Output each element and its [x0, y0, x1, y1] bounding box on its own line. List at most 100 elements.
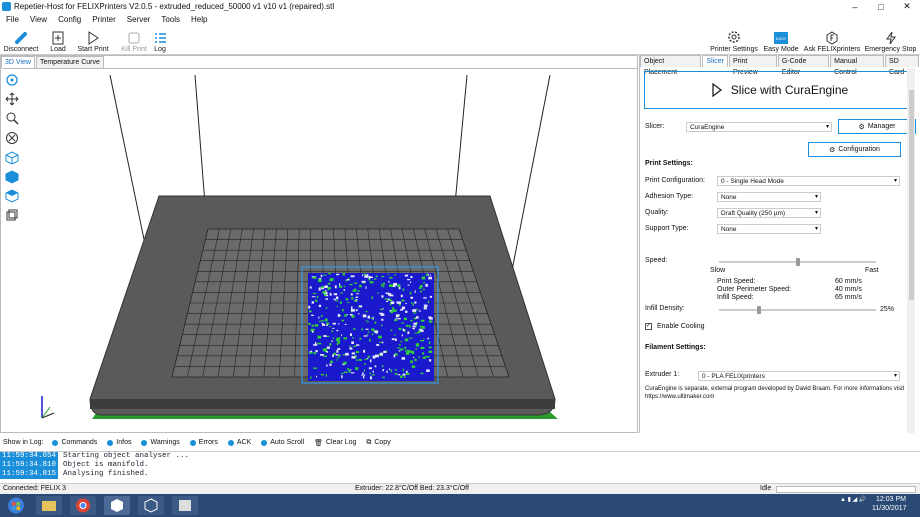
connection-status: Connected: FELIX 3: [3, 485, 67, 492]
menu-server[interactable]: Server: [121, 15, 156, 24]
extruder-label: Extruder 1:: [645, 371, 680, 378]
outer-speed-label: Outer Perimeter Speed:: [717, 286, 791, 293]
gear-icon: ⚙: [858, 123, 865, 131]
windows-logo-icon: [8, 497, 24, 514]
cube-top-icon[interactable]: [5, 189, 19, 203]
speed-slider-thumb[interactable]: [795, 258, 800, 266]
printer-scene: [41, 74, 558, 419]
menu-printer[interactable]: Printer: [86, 15, 121, 24]
model-object: [301, 266, 439, 384]
tray-icons[interactable]: ▲ ▮ ◢ 🔊: [840, 496, 866, 503]
tools-app-icon[interactable]: [172, 496, 198, 515]
warnings-toggle[interactable]: Warnings: [141, 439, 180, 446]
menu-config[interactable]: Config: [52, 15, 86, 24]
minimize-button[interactable]: –: [842, 0, 868, 13]
infill-slider-thumb[interactable]: [757, 306, 762, 314]
slicer-select[interactable]: CuraEngine: [686, 122, 832, 132]
tab-slicer[interactable]: Slicer: [702, 55, 728, 67]
adhesion-select[interactable]: None: [717, 192, 821, 202]
menu-view[interactable]: View: [24, 15, 52, 24]
cooling-checkbox[interactable]: ✓: [645, 323, 652, 330]
move-icon[interactable]: [5, 92, 19, 106]
plug-icon: [15, 32, 27, 44]
play-icon: [712, 83, 722, 97]
zoom-icon[interactable]: [5, 111, 19, 125]
radio-icon: [189, 439, 196, 446]
left-panel: 3D View Temperature Curve: [0, 55, 638, 433]
copy-icon: ⧉: [366, 438, 372, 446]
stop-icon: [128, 32, 140, 44]
extruder-select[interactable]: 0 - PLA FELIXprinters: [698, 371, 900, 381]
quality-select[interactable]: Draft Quality (250 µm): [717, 208, 821, 218]
disconnect-button[interactable]: Disconnect: [2, 25, 40, 55]
tab-gcode-editor[interactable]: G-Code Editor: [777, 55, 830, 76]
auto-scroll-toggle[interactable]: Auto Scroll: [261, 439, 304, 446]
print-speed-label: Print Speed:: [717, 278, 756, 285]
ack-toggle[interactable]: ACK: [227, 439, 251, 446]
start-print-button[interactable]: Start Print: [76, 25, 110, 55]
outer-speed-value: 40 mm/s: [835, 286, 862, 293]
copy-button[interactable]: ⧉ Copy: [366, 439, 390, 447]
maximize-button[interactable]: □: [868, 0, 894, 13]
menu-help[interactable]: Help: [185, 15, 212, 24]
felix-logo-icon: [826, 31, 838, 45]
progress-bar: [776, 486, 916, 493]
print-config-select[interactable]: 0 - Single Head Mode: [717, 176, 900, 186]
kill-print-button[interactable]: Kill Print: [119, 25, 149, 55]
support-select[interactable]: None: [717, 224, 821, 234]
slice-button[interactable]: Slice with CuraEngine: [644, 71, 915, 109]
speed-slow-label: Slow: [710, 267, 726, 274]
tab-3d-view[interactable]: 3D View: [1, 56, 35, 68]
app-icon: [2, 2, 11, 11]
log-time: 11:59:34.810: [0, 461, 58, 470]
log-button[interactable]: Log: [151, 25, 169, 55]
file-explorer-icon[interactable]: [36, 496, 62, 515]
infill-density-value: 25%: [880, 306, 895, 313]
load-button[interactable]: Load: [46, 25, 70, 55]
cube-front-icon[interactable]: [5, 151, 19, 165]
load-icon: [52, 31, 64, 45]
tab-sd-card[interactable]: SD Card: [885, 55, 919, 76]
view-tabs: 3D View Temperature Curve: [1, 56, 105, 68]
tab-manual-control[interactable]: Manual Control: [830, 55, 885, 76]
manager-button[interactable]: ⚙ Manager: [838, 119, 916, 134]
taskbar: ▲ ▮ ◢ 🔊 12:03 PM 11/30/2017: [0, 494, 920, 517]
menu-bar: File View Config Printer Server Tools He…: [0, 13, 920, 25]
tab-object-placement[interactable]: Object Placement: [640, 55, 702, 76]
ask-felix-button[interactable]: Ask FELIXprinters: [803, 25, 861, 55]
cube-iso-icon[interactable]: [5, 208, 19, 222]
speed-fast-label: Fast: [865, 267, 879, 274]
log-line: 11:59:34.815 Analysing finished.: [0, 470, 920, 479]
printer-settings-button[interactable]: Printer Settings: [708, 25, 760, 55]
commands-toggle[interactable]: Commands: [52, 439, 97, 446]
radio-icon: [52, 439, 59, 446]
log-area[interactable]: 11:59:34.654 Starting object analyser ...…: [0, 451, 920, 482]
easy-mode-icon: EASY: [774, 32, 788, 44]
slicer-scroll-thumb[interactable]: [909, 90, 914, 300]
felix-app-icon[interactable]: [138, 496, 164, 515]
infill-density-slider[interactable]: [719, 306, 876, 314]
cube-side-icon[interactable]: [5, 170, 19, 184]
repetier-icon[interactable]: [104, 496, 130, 515]
start-button[interactable]: [2, 496, 30, 515]
menu-file[interactable]: File: [0, 15, 24, 24]
tab-temperature-curve[interactable]: Temperature Curve: [35, 56, 104, 68]
speed-slider[interactable]: [719, 258, 876, 266]
menu-tools[interactable]: Tools: [155, 15, 185, 24]
easy-mode-button[interactable]: EASY Easy Mode: [762, 25, 800, 55]
errors-toggle[interactable]: Errors: [189, 439, 218, 446]
infill-speed-value: 65 mm/s: [835, 294, 862, 301]
infos-toggle[interactable]: Infos: [107, 439, 131, 446]
tab-print-preview[interactable]: Print Preview: [728, 55, 777, 76]
emergency-stop-button[interactable]: Emergency Stop: [863, 25, 918, 55]
chrome-icon[interactable]: [70, 496, 96, 515]
rotate-icon[interactable]: [5, 73, 19, 87]
right-tabs: Object Placement Slicer Print Preview G-…: [640, 55, 920, 76]
print-speed-value: 60 mm/s: [835, 278, 862, 285]
print-config-label: Print Configuration:: [645, 177, 705, 184]
clear-log-button[interactable]: 🗑 Clear Log: [314, 439, 356, 447]
configuration-button[interactable]: ⚙ Configuration: [808, 142, 901, 157]
close-button[interactable]: ✕: [894, 0, 920, 13]
reset-view-icon[interactable]: [5, 131, 19, 145]
3d-view-canvas[interactable]: [2, 68, 637, 432]
